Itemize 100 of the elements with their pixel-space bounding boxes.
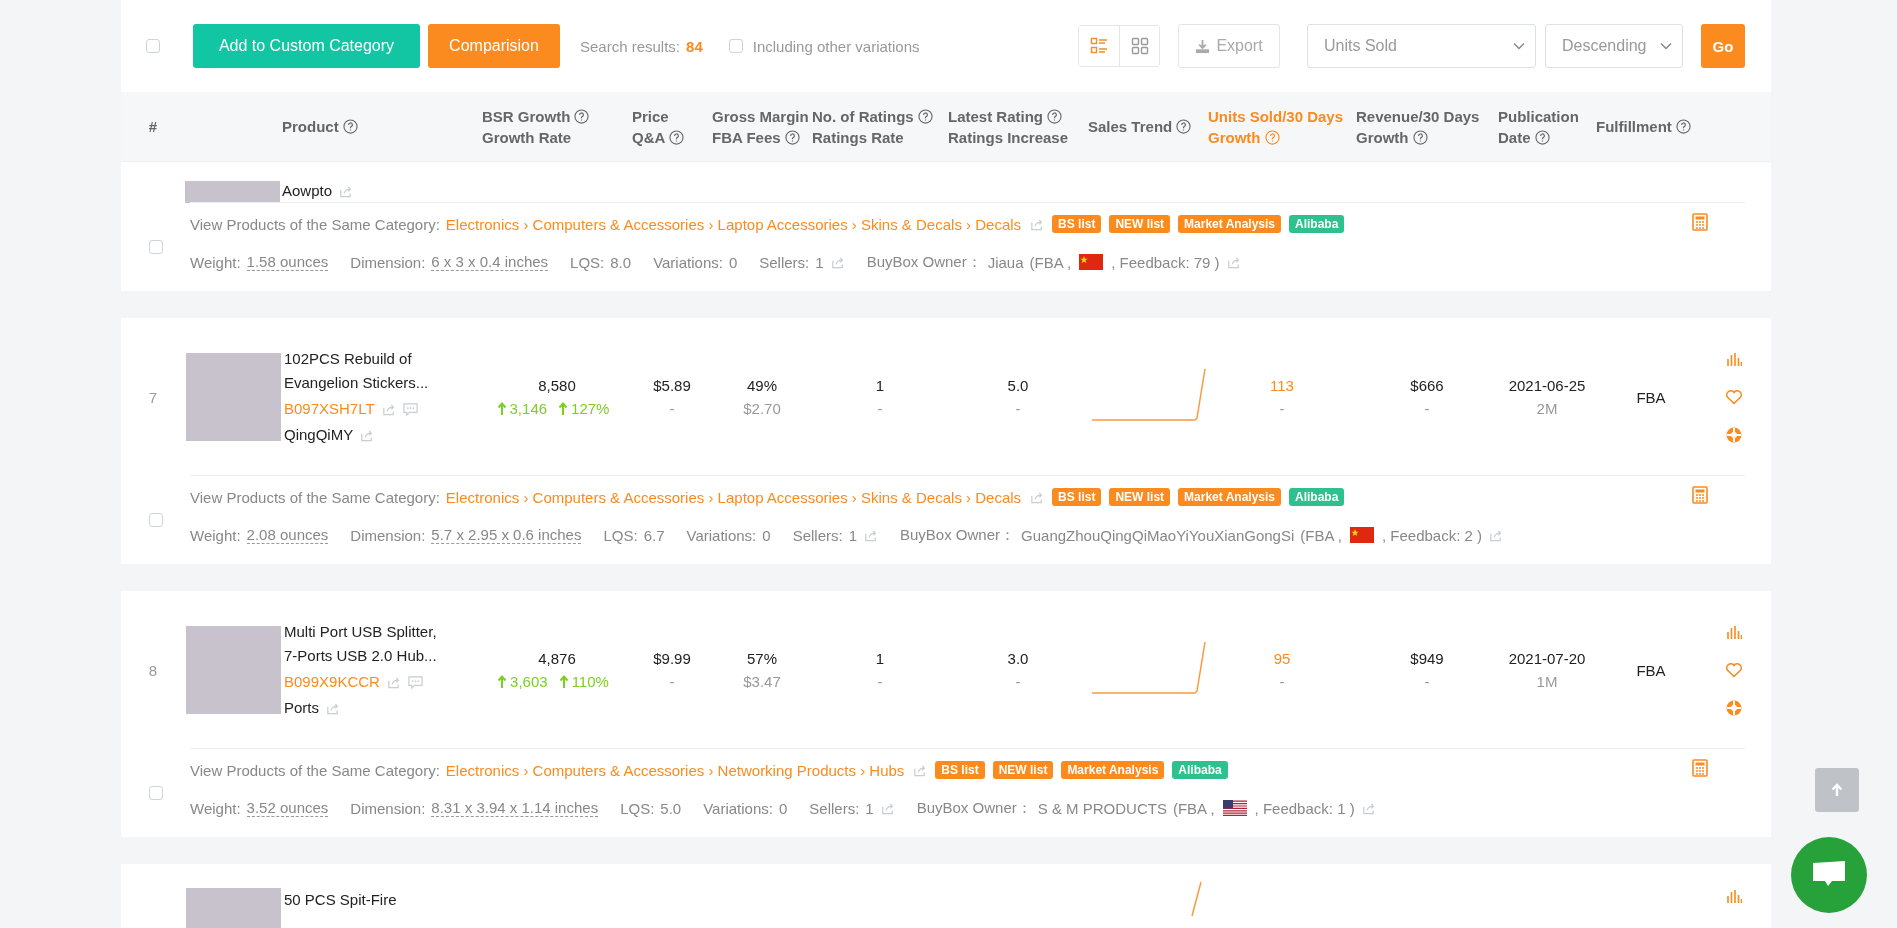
flag-icon [1079,254,1104,270]
checkbox-label: Including other variations [752,37,920,55]
calculator-icon[interactable] [1691,486,1708,504]
tag-button[interactable]: Alibaba [1172,761,1228,779]
spec-value[interactable]: 1.58 ounces [246,253,329,271]
tag-button[interactable]: BS list [1052,488,1102,506]
tag-button[interactable]: Alibaba [1289,488,1345,506]
column-header[interactable]: No. of Ratings [812,107,914,125]
column-header[interactable]: Price [632,107,669,125]
spec-value: 1 [865,799,874,817]
spec-label: Dimension: [350,526,426,544]
fba-fees-value: $2.70 [743,400,781,417]
buybox-feedback: , Feedback: 1 ) [1254,799,1355,817]
asin-link[interactable]: B097XSH7LT [284,397,375,421]
spec-value[interactable]: 3.52 ounces [246,799,329,817]
spec-value[interactable]: 8.31 x 3.94 x 1.14 inches [431,799,599,817]
spec-value: 0 [762,526,771,544]
column-header[interactable]: Latest Rating [948,107,1043,125]
column-header[interactable]: BSR Growth [482,107,571,125]
column-header[interactable]: Growth [1356,128,1409,146]
product-title[interactable]: 102PCS Rebuild of Evangelion Stickers... [284,347,454,395]
column-header[interactable]: # [148,118,158,135]
seller-name[interactable]: Ports [284,696,319,720]
category-path-link[interactable]: Electronics › Computers & Accessories › Laptop Accessories › Skins & Decals › Decals [445,488,1022,506]
column-header[interactable]: Date [1498,128,1531,146]
download-icon [1195,38,1211,54]
scroll-to-top-button[interactable] [1815,768,1859,812]
column-header[interactable]: Units Sold/30 Days [1208,107,1344,125]
row-checkbox[interactable] [148,786,163,800]
column-header[interactable]: Product [282,118,339,135]
column-header[interactable]: Revenue/30 Days [1356,107,1480,125]
spec-value: 1 [848,526,857,544]
buybox-fulfillment: (FBA , [1300,526,1342,544]
bar-chart-icon[interactable] [1725,351,1742,367]
lifebuoy-icon[interactable] [1725,427,1742,443]
product-age: 2M [1536,400,1558,417]
flag-icon [1350,527,1374,543]
arrow-up-icon [496,401,507,416]
heart-icon[interactable] [1724,389,1743,405]
heart-icon[interactable] [1724,662,1743,678]
calculator-icon[interactable] [1691,759,1708,777]
lifebuoy-icon[interactable] [1725,700,1742,716]
sort-field-select[interactable]: Units Sold [1307,24,1536,68]
comment-icon[interactable] [406,674,424,690]
category-path-link[interactable]: Electronics › Computers & Accessories › Networking Products › Hubs [445,761,905,779]
tag-button[interactable]: NEW list [992,761,1054,779]
variations-checkbox[interactable] [728,39,743,53]
comment-icon[interactable] [401,401,419,417]
seller-name[interactable]: QingQiMY [284,423,354,447]
bar-chart-icon[interactable] [1725,888,1742,904]
tag-button[interactable]: NEW list [1109,215,1171,233]
spec-label: Sellers: [792,526,843,544]
category-path-link[interactable]: Electronics › Computers & Accessories › Laptop Accessories › Skins & Decals › Decals [445,215,1022,233]
row-checkbox[interactable] [148,240,163,254]
spec-label: Variations: [703,799,773,817]
column-header[interactable]: Growth Rate [482,128,572,146]
sort-order-select[interactable]: Descending [1545,24,1683,68]
export-button[interactable]: Export [1178,24,1280,68]
calculator-icon[interactable] [1691,213,1708,231]
tag-button[interactable]: Market Analysis [1178,488,1282,506]
select-all-checkbox[interactable] [146,39,160,53]
chevron-icon [1513,42,1525,50]
comparison-button[interactable]: Comparision [428,24,560,68]
product-title[interactable]: 50 PCS Spit-Fire [284,888,454,912]
grid-view-button[interactable] [1119,26,1159,66]
column-header[interactable]: Q&A [632,128,666,146]
spec-label: Sellers: [809,799,860,817]
seller-name[interactable]: Aowpto [282,179,333,203]
column-header[interactable]: Ratings Rate [812,128,904,146]
add-to-category-button[interactable]: Add to Custom Category [193,24,420,68]
spec-value[interactable]: 5.7 x 2.95 x 0.6 inches [431,526,582,544]
column-header[interactable]: Fulfillment [1596,118,1672,135]
bar-chart-icon[interactable] [1725,624,1742,640]
spec-value: 6.7 [643,526,665,544]
column-header[interactable]: Sales Trend [1088,118,1173,135]
spec-value: 5.0 [660,799,682,817]
results-label: Search results: [580,37,681,55]
spec-value[interactable]: 6 x 3 x 0.4 inches [431,253,549,271]
column-header[interactable]: Growth [1208,128,1261,146]
tag-button[interactable]: BS list [1052,215,1102,233]
tag-button[interactable]: Market Analysis [1178,215,1282,233]
tag-button[interactable]: NEW list [1109,488,1171,506]
tag-button[interactable]: BS list [935,761,985,779]
arrow-up-icon [1830,783,1844,797]
ratings-increase: - [1015,673,1021,690]
column-header[interactable]: Gross Margin [712,107,809,125]
go-button[interactable]: Go [1701,24,1745,68]
spec-value[interactable]: 2.08 ounces [246,526,329,544]
column-header[interactable]: Publication [1498,107,1579,125]
spec-value: 8.0 [610,253,632,271]
product-title[interactable]: Multi Port USB Splitter, 7-Ports USB 2.0 Hub... [284,620,454,668]
arrow-up-icon [497,674,508,689]
asin-link[interactable]: B099X9KCCR [284,670,380,694]
tag-button[interactable]: Market Analysis [1061,761,1165,779]
column-header[interactable]: FBA Fees [712,128,781,146]
tag-button[interactable]: Alibaba [1289,215,1345,233]
spec-value: 0 [728,253,738,271]
row-checkbox[interactable] [148,513,163,527]
column-header[interactable]: Ratings Increase [948,128,1069,146]
buybox-owner: S & M PRODUCTS [1037,799,1167,817]
